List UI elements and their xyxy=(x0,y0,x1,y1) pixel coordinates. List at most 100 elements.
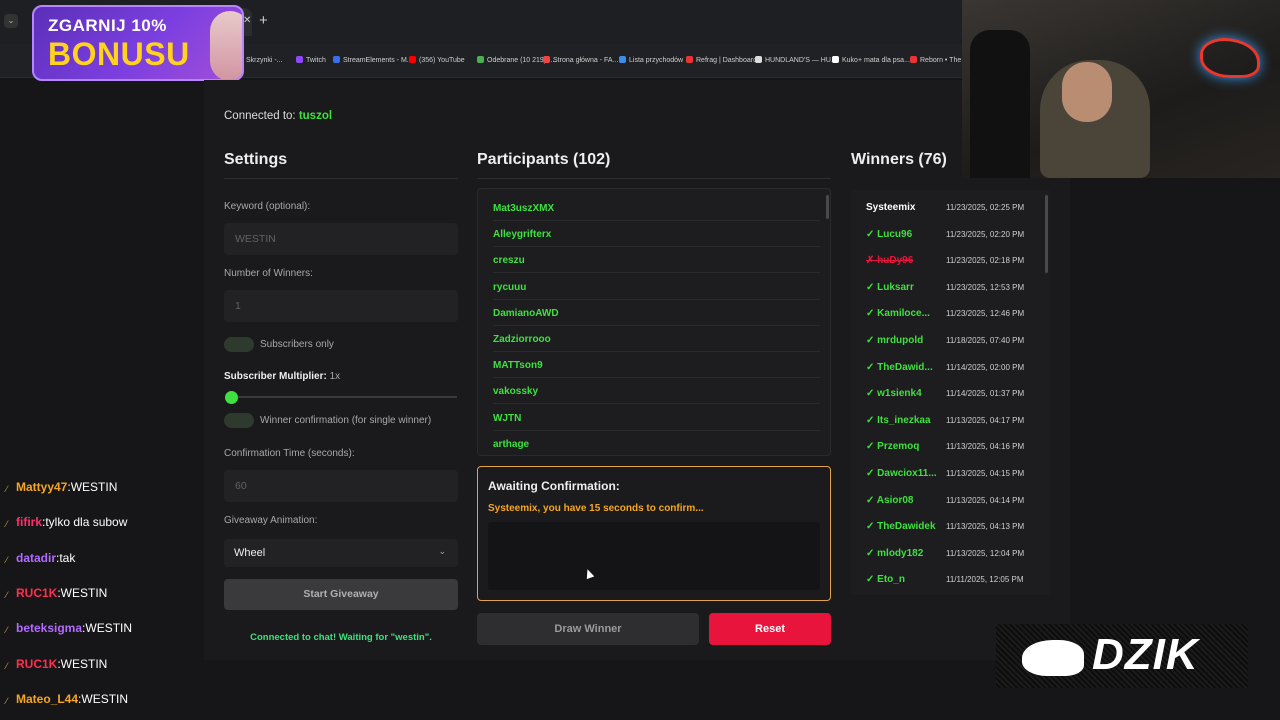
winner-name: ✓ Eto_n xyxy=(866,574,905,586)
winner-date: 11/13/2025, 04:15 PM xyxy=(946,469,1025,478)
start-giveaway-button[interactable]: Start Giveaway xyxy=(224,579,458,610)
chat-message: ⁄ fifirk:tylko dla subow xyxy=(6,515,127,529)
winner-row[interactable]: ✓ Dawciox11... 11/13/2025, 04:15 PM xyxy=(866,462,1041,488)
bookmark-label: Refrag | Dashboard xyxy=(696,57,757,64)
animation-select[interactable]: Wheel ⌄ xyxy=(224,539,458,567)
bookmark-item[interactable]: Kuko+ mata dla psa... xyxy=(832,56,910,64)
participant-row[interactable]: vakossky xyxy=(493,378,820,405)
tab-search-icon[interactable]: ⌄ xyxy=(4,14,18,28)
bookmark-favicon-icon xyxy=(333,56,340,63)
close-tab-icon[interactable]: ✕ xyxy=(243,15,251,26)
participant-row[interactable]: arthage xyxy=(493,431,820,455)
winner-confirmation-label: Winner confirmation (for single winner) xyxy=(260,415,432,426)
participant-row[interactable]: rycuuu xyxy=(493,274,820,300)
reset-button[interactable]: Reset xyxy=(709,613,831,645)
promo-banner: ZGARNIJ 10% BONUSU xyxy=(32,5,244,81)
winner-row[interactable]: ✓ w1sienk4 11/14/2025, 01:37 PM xyxy=(866,382,1041,408)
bookmark-favicon-icon xyxy=(543,56,550,63)
participant-row[interactable]: WJTN xyxy=(493,405,820,431)
gaming-chair xyxy=(970,30,1030,178)
bookmark-item[interactable]: (356) YouTube xyxy=(409,56,465,64)
bookmark-item[interactable]: StreamElements - M... xyxy=(333,56,413,64)
winner-row[interactable]: ✓ Przemoq 11/13/2025, 04:16 PM xyxy=(866,435,1041,461)
winner-name: ✓ TheDawid... xyxy=(866,361,933,373)
bookmark-favicon-icon xyxy=(755,56,762,63)
participant-row[interactable]: DamianoAWD xyxy=(493,300,820,326)
participants-divider xyxy=(477,178,831,179)
winner-row[interactable]: ✓ TheDawid... 11/14/2025, 02:00 PM xyxy=(866,356,1041,382)
chat-text: :WESTIN xyxy=(67,480,118,494)
multiplier-slider-thumb[interactable] xyxy=(225,391,238,404)
participant-row[interactable]: Alleygrifterx xyxy=(493,221,820,248)
winner-row[interactable]: ✓ Lucu96 11/23/2025, 02:20 PM xyxy=(866,223,1041,249)
bookmark-item[interactable]: HUNDLAND'S — HU... xyxy=(755,56,837,64)
winner-date: 11/18/2025, 07:40 PM xyxy=(946,336,1025,345)
participant-row[interactable]: creszu xyxy=(493,247,820,274)
winner-row[interactable]: ✓ mlody182 11/13/2025, 12:04 PM xyxy=(866,542,1041,568)
winner-row[interactable]: ✓ Luksarr 11/23/2025, 12:53 PM xyxy=(866,276,1041,302)
winner-date: 11/23/2025, 12:53 PM xyxy=(946,282,1025,292)
streamer-head xyxy=(1062,62,1112,122)
winners-count-input[interactable]: 1 xyxy=(224,290,458,322)
badge-icon: ⁄ xyxy=(6,625,8,636)
animation-label: Giveaway Animation: xyxy=(224,515,318,526)
winner-name: ✗ huDy96 xyxy=(866,255,914,267)
bookmark-label: Strona główna - FA... xyxy=(553,57,619,64)
chevron-down-icon: ⌄ xyxy=(438,546,446,556)
subscribers-only-label: Subscribers only xyxy=(260,339,334,350)
participants-list[interactable]: Mat3uszXMX Alleygrifterx creszu rycuuu Damia… xyxy=(477,188,831,456)
bookmark-item[interactable]: Refrag | Dashboard xyxy=(686,56,757,64)
participant-row[interactable]: Zadziorrooo xyxy=(493,326,820,352)
bookmark-label: Lista przychodów xyxy=(629,57,684,64)
winner-row[interactable]: ✓ Asior08 11/13/2025, 04:14 PM xyxy=(866,489,1041,515)
bookmark-item[interactable]: Twitch xyxy=(296,56,326,64)
winner-row[interactable]: ✓ TheDawidek 11/13/2025, 04:13 PM xyxy=(866,515,1041,541)
winner-name: ✓ Dawciox11... xyxy=(866,468,937,479)
chat-status-message: Connected to chat! Waiting for "westin". xyxy=(250,632,432,643)
bookmark-favicon-icon xyxy=(832,56,839,63)
bookmark-label: Kuko+ mata dla psa... xyxy=(842,57,910,64)
keyword-label: Keyword (optional): xyxy=(224,201,311,212)
badge-icon: ⁄ xyxy=(6,554,8,565)
winner-row[interactable]: ✓ Its_inezkaa 11/13/2025, 04:17 PM xyxy=(866,409,1041,435)
winner-row[interactable]: ✓ mrdupold 11/18/2025, 07:40 PM xyxy=(866,329,1041,355)
confirmation-time-input[interactable]: 60 xyxy=(224,470,458,502)
participants-scrollbar[interactable] xyxy=(826,195,829,219)
winner-name: ✓ w1sienk4 xyxy=(866,388,922,400)
participants-title: Participants (102) xyxy=(477,151,611,168)
multiplier-text: Subscriber Multiplier: xyxy=(224,371,327,382)
bookmark-favicon-icon xyxy=(409,56,416,63)
winner-row[interactable]: ✓ Eto_n 11/11/2025, 12:05 PM xyxy=(866,568,1041,594)
draw-winner-button[interactable]: Draw Winner xyxy=(477,613,699,645)
badge-icon: ⁄ xyxy=(6,589,8,600)
winner-date: 11/23/2025, 02:20 PM xyxy=(946,229,1025,239)
bookmark-favicon-icon xyxy=(910,56,917,63)
winner-name: ✓ Luksarr xyxy=(866,281,914,293)
settings-divider xyxy=(224,178,458,179)
new-tab-icon[interactable]: + xyxy=(259,12,268,29)
animation-value: Wheel xyxy=(234,547,266,559)
chat-username: Mattyy47 xyxy=(16,480,68,494)
bookmark-favicon-icon xyxy=(619,56,626,63)
bookmark-item[interactable]: Lista przychodów xyxy=(619,56,683,64)
winner-name: ✓ Its_inezkaa xyxy=(866,414,931,426)
participant-row[interactable]: MATTson9 xyxy=(493,352,820,379)
chat-message: ⁄ beteksigma:WESTIN xyxy=(6,621,132,635)
subscribers-only-toggle[interactable] xyxy=(224,337,254,352)
multiplier-slider-track[interactable] xyxy=(231,396,457,398)
bookmark-favicon-icon xyxy=(686,56,693,63)
badge-icon: ⁄ xyxy=(6,660,8,671)
winner-row[interactable]: Systeemix 11/23/2025, 02:25 PM xyxy=(866,196,1041,222)
keyword-input[interactable]: WESTIN xyxy=(224,223,458,255)
participant-row[interactable]: Mat3uszXMX xyxy=(493,195,820,221)
winners-scrollbar[interactable] xyxy=(1045,195,1048,273)
chat-text: :WESTIN xyxy=(57,585,108,600)
winner-row[interactable]: ✗ huDy96 11/23/2025, 02:18 PM xyxy=(866,249,1041,275)
winner-confirmation-toggle[interactable] xyxy=(224,413,254,428)
bookmark-label: StreamElements - M... xyxy=(343,57,413,64)
winner-row[interactable]: ✓ Kamiloce... 11/23/2025, 12:46 PM xyxy=(866,302,1041,328)
chat-message: ⁄ RUC1K:WESTIN xyxy=(6,657,107,671)
confirmation-time-label: Confirmation Time (seconds): xyxy=(224,448,355,459)
connected-label: Connected to: xyxy=(224,110,296,122)
bookmark-item[interactable]: Strona główna - FA... xyxy=(543,56,618,64)
